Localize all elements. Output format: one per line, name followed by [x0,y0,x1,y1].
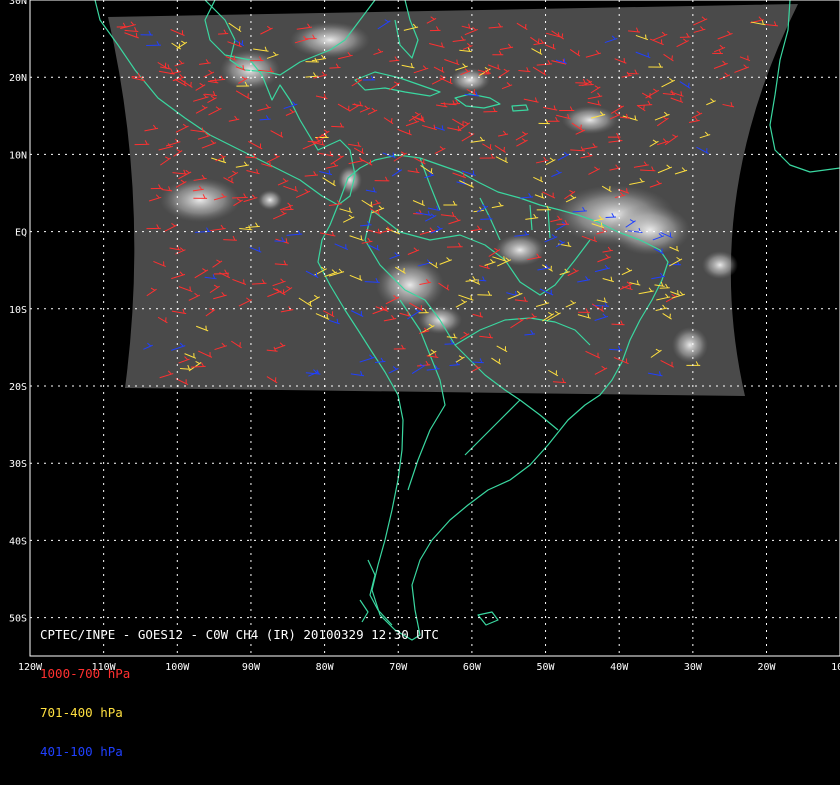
cloud-feature [672,327,708,363]
longitude-label: 10W [831,662,840,673]
latitude-label: 10N [9,150,27,161]
legend-low-level: 1000-700 hPa [40,667,439,680]
cloud-feature [258,190,282,210]
cloud-feature [160,178,240,222]
map-canvas: 30N20N10NEQ10S20S30S40S50S 120W110W100W9… [0,0,840,680]
map-caption: CPTEC/INPE - GOES12 - C0W CH4 (IR) 20100… [40,602,439,784]
latitude-labels: 30N 20N 10N EQ 10S 20S 30S 40S 50S [9,0,27,625]
latitude-label: 30S [9,459,27,470]
latitude-label: EQ [15,228,27,239]
latitude-label: 10S [9,305,27,316]
cloud-feature [495,234,545,266]
longitude-label: 60W [463,662,482,673]
legend-high-level: 401-100 hPa [40,745,439,758]
cloud-feature [290,22,370,58]
latitude-label: 30N [9,0,27,7]
satellite-wind-map: 30N20N10NEQ10S20S30S40S50S 120W110W100W9… [0,0,840,680]
latitude-label: 50S [9,614,27,625]
map-title: CPTEC/INPE - GOES12 - C0W CH4 (IR) 20100… [40,628,439,641]
longitude-label: 40W [610,662,629,673]
longitude-label: 50W [537,662,556,673]
longitude-label: 20W [757,662,776,673]
cloud-feature [610,205,690,255]
cloud-feature [338,166,362,194]
cloud-feature [702,251,738,279]
latitude-label: 40S [9,536,27,547]
latitude-label: 20S [9,382,27,393]
latitude-label: 20N [9,73,27,84]
legend-mid-level: 701-400 hPa [40,706,439,719]
falklands [478,612,498,625]
longitude-label: 30W [684,662,703,673]
